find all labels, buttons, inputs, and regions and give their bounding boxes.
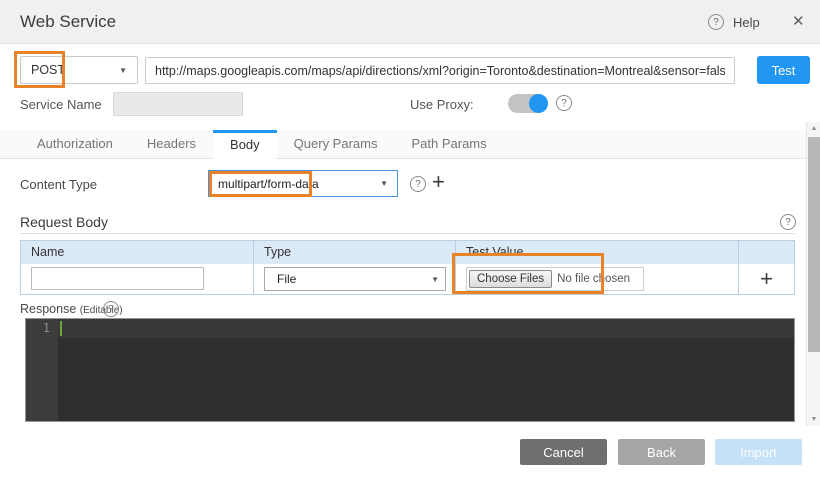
close-icon[interactable]: ✕ <box>792 12 805 30</box>
page-scrollbar[interactable]: ▲ ▼ <box>806 122 820 426</box>
editor-line-number: 1 <box>26 321 50 335</box>
test-button[interactable]: Test <box>757 56 810 84</box>
scroll-up-icon[interactable]: ▲ <box>807 125 820 132</box>
import-button[interactable]: Import <box>715 439 802 465</box>
http-method-select[interactable]: POST ▼ <box>20 56 138 84</box>
editor-current-line <box>58 319 794 338</box>
add-row-icon[interactable]: + <box>760 269 773 289</box>
chevron-down-icon: ▼ <box>380 179 388 188</box>
toggle-knob <box>529 94 548 113</box>
table-row: File ▼ Choose Files No file chosen + <box>21 264 794 294</box>
help-link[interactable]: Help <box>733 15 760 30</box>
choose-files-button[interactable]: Choose Files <box>469 270 552 288</box>
response-help-icon[interactable]: ? <box>103 301 119 317</box>
table-header-row: Name Type Test Value <box>21 241 794 264</box>
proxy-help-icon[interactable]: ? <box>556 95 572 111</box>
web-service-dialog: Web Service ? Help ✕ POST ▼ Test Service… <box>0 0 820 481</box>
response-label-text: Response <box>20 302 76 316</box>
http-method-value: POST <box>31 63 65 77</box>
col-header-name: Name <box>21 241 254 264</box>
chevron-down-icon: ▼ <box>119 66 127 75</box>
tab-headers[interactable]: Headers <box>130 130 213 159</box>
use-proxy-label: Use Proxy: <box>410 97 474 112</box>
param-name-input[interactable] <box>31 267 204 290</box>
page-title: Web Service <box>20 12 116 32</box>
use-proxy-toggle[interactable] <box>508 94 548 113</box>
file-status-text: No file chosen <box>557 273 630 285</box>
response-editor[interactable]: 1 <box>25 318 795 422</box>
param-type-value: File <box>277 272 296 286</box>
request-body-title: Request Body <box>20 214 108 230</box>
editor-cursor <box>60 321 62 336</box>
back-button[interactable]: Back <box>618 439 705 465</box>
scroll-down-icon[interactable]: ▼ <box>807 416 820 423</box>
dialog-header <box>0 0 820 44</box>
content-type-help-icon[interactable]: ? <box>410 176 426 192</box>
chevron-down-icon: ▼ <box>431 275 439 284</box>
content-type-select[interactable]: multipart/form-data ▼ <box>208 170 398 197</box>
param-type-select[interactable]: File ▼ <box>264 267 446 291</box>
tab-bar: Authorization Headers Body Query Params … <box>0 130 806 159</box>
service-name-input <box>113 92 243 116</box>
scrollbar-thumb[interactable] <box>808 137 820 352</box>
col-header-test-value: Test Value <box>456 241 739 264</box>
divider <box>20 233 795 234</box>
tab-path-params[interactable]: Path Params <box>394 130 503 159</box>
request-body-help-icon[interactable]: ? <box>780 214 796 230</box>
col-header-type: Type <box>254 241 456 264</box>
tab-body[interactable]: Body <box>213 130 277 159</box>
help-icon[interactable]: ? <box>708 14 724 30</box>
content-type-value: multipart/form-data <box>218 177 319 191</box>
url-input[interactable] <box>145 57 735 84</box>
col-header-add <box>739 241 794 264</box>
tab-authorization[interactable]: Authorization <box>20 130 130 159</box>
tab-query-params[interactable]: Query Params <box>277 130 395 159</box>
add-content-type-icon[interactable]: + <box>432 172 445 192</box>
editor-gutter: 1 <box>26 319 58 421</box>
request-body-table: Name Type Test Value File ▼ Choose Files… <box>20 240 795 295</box>
service-name-label: Service Name <box>20 97 102 112</box>
test-value-file-input[interactable]: Choose Files No file chosen <box>466 267 644 291</box>
content-type-label: Content Type <box>20 177 97 192</box>
cancel-button[interactable]: Cancel <box>520 439 607 465</box>
